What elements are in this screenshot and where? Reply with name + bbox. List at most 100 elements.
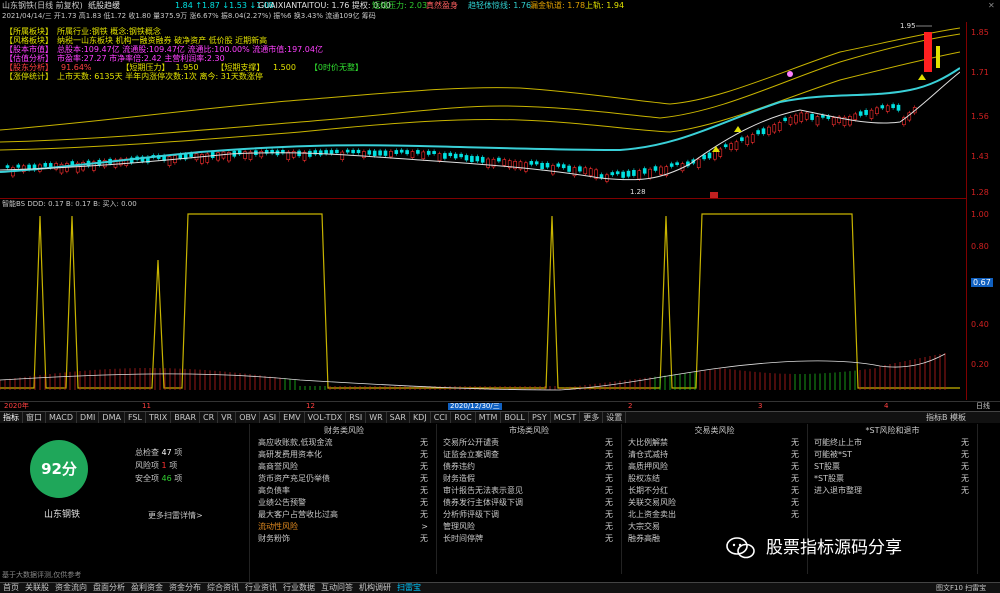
candle: [599, 174, 604, 179]
candle: [896, 104, 901, 111]
tab-18[interactable]: CCI: [431, 412, 452, 423]
trend-line: 趋轻体惊线: 1.76: [468, 1, 532, 10]
tab-23[interactable]: MCST: [551, 412, 581, 423]
risk-item[interactable]: 高质押风险 无: [622, 461, 807, 473]
risk-item[interactable]: 长期不分红 无: [622, 485, 807, 497]
indicator-header: 智能BS DDD: 0.17 B: 0.17 B: 买入: 0.00: [0, 200, 960, 210]
candle: [578, 166, 582, 172]
bottom-tab-11[interactable]: 扫雷宝: [394, 583, 424, 593]
risk-item[interactable]: 分析师评级下调 无: [437, 509, 621, 521]
risk-item[interactable]: 可能被*ST 无: [808, 449, 977, 461]
tab-15[interactable]: WR: [366, 412, 387, 423]
risk-item-label: 高研发费用资本化: [258, 450, 322, 459]
risk-item[interactable]: 高应收账款,低现金流 无: [252, 437, 436, 449]
risk-item[interactable]: 证监会立案调查 无: [437, 449, 621, 461]
risk-item[interactable]: ST股票 无: [808, 461, 977, 473]
tab-4[interactable]: DMA: [99, 412, 125, 423]
tab-2[interactable]: MACD: [46, 412, 77, 423]
risk-item[interactable]: 进入退市整理 无: [808, 485, 977, 497]
tab-24[interactable]: 更多: [580, 412, 604, 423]
title-bar: 山东钢铁(日线 前复权) 纸股趋缓 1.84 ↑1.87 ↓1.53 ↓1.08…: [0, 0, 1000, 12]
tab-3[interactable]: DMI: [77, 412, 100, 423]
risk-item[interactable]: 高负债率 无: [252, 485, 436, 497]
risk-item[interactable]: 大宗交易: [622, 521, 807, 533]
axis-tick: 1.56: [971, 112, 989, 121]
risk-item-label: 货币资产充足仍举债: [258, 474, 330, 483]
candle: [756, 130, 760, 135]
risk-item[interactable]: 交易所公开谴责 无: [437, 437, 621, 449]
risk-item[interactable]: 业绩公告预警 无: [252, 497, 436, 509]
risk-item[interactable]: 管理风险 无: [437, 521, 621, 533]
bottom-tab-3[interactable]: 盘面分析: [90, 583, 128, 593]
tab-25[interactable]: 设置: [603, 412, 627, 423]
bottom-tab-7[interactable]: 行业资讯: [242, 583, 280, 593]
more-details-link[interactable]: 更多扫雷详情>: [148, 512, 203, 520]
tab-9[interactable]: VR: [218, 412, 237, 423]
tab-1[interactable]: 窗口: [23, 412, 46, 423]
tab-6[interactable]: TRIX: [146, 412, 172, 423]
bottom-tab-10[interactable]: 机构调研: [356, 583, 394, 593]
price-axis: 1.85 1.71 1.56 1.43 1.28: [968, 22, 1000, 198]
tab-12[interactable]: EMV: [280, 412, 305, 423]
risk-item[interactable]: 股权冻结 无: [622, 473, 807, 485]
bottom-tab-0[interactable]: 首页: [0, 583, 22, 593]
f10-link[interactable]: 图文F10 扫雷宝: [936, 585, 986, 592]
risk-item[interactable]: 债券违约 无: [437, 461, 621, 473]
candle: [626, 170, 631, 177]
bottom-tab-8[interactable]: 行业数据: [280, 583, 318, 593]
legend-label: 【涨停统计】: [5, 72, 53, 81]
risk-item[interactable]: 审计报告无法表示意见 无: [437, 485, 621, 497]
risk-item[interactable]: 关联交易风险 无: [622, 497, 807, 509]
tab-19[interactable]: ROC: [451, 412, 476, 423]
bottom-tab-1[interactable]: 关联股: [22, 583, 52, 593]
tab-7[interactable]: BRAR: [171, 412, 201, 423]
tab-0[interactable]: 指标: [0, 412, 23, 423]
pane-divider: [0, 198, 966, 199]
risk-item[interactable]: 长时间停牌 无: [437, 533, 621, 545]
bottom-tab-2[interactable]: 资金流向: [52, 583, 90, 593]
candle: [653, 166, 658, 171]
risk-item-status: 无: [605, 474, 613, 483]
tab-8[interactable]: CR: [200, 412, 219, 423]
tab-5[interactable]: FSL: [125, 412, 146, 423]
risk-item[interactable]: 高商誉风险 无: [252, 461, 436, 473]
indicator-name[interactable]: 纸股趋缓: [88, 2, 120, 10]
unit: 项: [169, 461, 178, 470]
tab-10[interactable]: OBV: [236, 412, 261, 423]
risk-item[interactable]: 可能终止上市 无: [808, 437, 977, 449]
risk-item[interactable]: 财务粉饰 无: [252, 533, 436, 545]
candle: [216, 152, 220, 161]
risk-item-label: 股权冻结: [628, 474, 660, 483]
axis-tick: 1.71: [971, 68, 989, 77]
tab-17[interactable]: KDJ: [410, 412, 431, 423]
risk-item-status: 无: [420, 462, 428, 471]
indicator-chart[interactable]: [0, 210, 960, 400]
risk-item[interactable]: 货币资产充足仍举债 无: [252, 473, 436, 485]
tab-20[interactable]: MTM: [476, 412, 502, 423]
tab-11[interactable]: ASI: [260, 412, 281, 423]
risk-item[interactable]: 清仓式减持 无: [622, 449, 807, 461]
tab-16[interactable]: SAR: [387, 412, 410, 423]
tab-13[interactable]: VOL-TDX: [305, 412, 347, 423]
tab-21[interactable]: BOLL: [501, 412, 529, 423]
tab-22[interactable]: PSY: [529, 412, 551, 423]
template-menu[interactable]: 指标B 模板: [926, 414, 966, 422]
risk-item-status: 无: [791, 450, 799, 459]
bottom-tab-6[interactable]: 综合资讯: [204, 583, 242, 593]
close-icon[interactable]: ✕: [988, 2, 995, 10]
bottom-tab-5[interactable]: 资金分布: [166, 583, 204, 593]
candle: [777, 122, 782, 131]
bottom-tab-4[interactable]: 盈利资金: [128, 583, 166, 593]
risk-item[interactable]: 最大客户占营收比过高 无: [252, 509, 436, 521]
risk-item[interactable]: 流动性风险 >: [252, 521, 436, 533]
risk-item[interactable]: 大比例解禁 无: [622, 437, 807, 449]
risk-item[interactable]: 北上资金卖出 无: [622, 509, 807, 521]
period-label[interactable]: 日线: [976, 403, 990, 410]
risk-item[interactable]: 财务造假 无: [437, 473, 621, 485]
tab-14[interactable]: RSI: [346, 412, 367, 423]
candle: [416, 150, 420, 154]
bottom-tab-9[interactable]: 互动问答: [318, 583, 356, 593]
risk-item[interactable]: 债券发行主体评级下调 无: [437, 497, 621, 509]
risk-item[interactable]: 高研发费用资本化 无: [252, 449, 436, 461]
risk-item[interactable]: *ST股票 无: [808, 473, 977, 485]
